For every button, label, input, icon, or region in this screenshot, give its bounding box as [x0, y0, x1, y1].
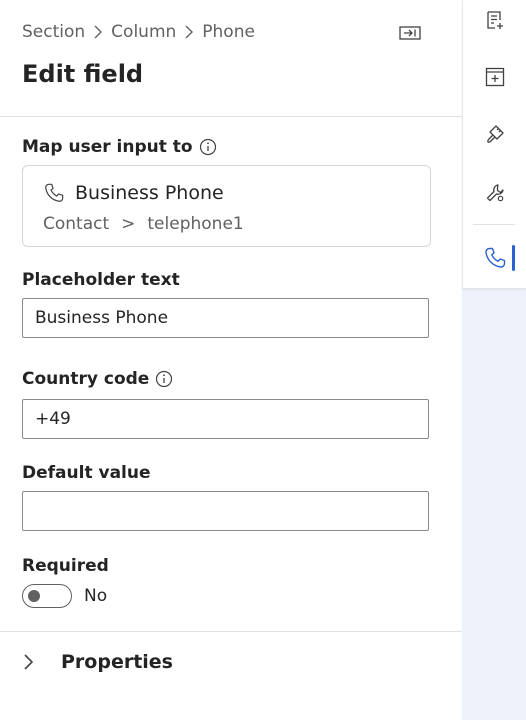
- mapped-field-name-text: Business Phone: [75, 182, 224, 204]
- breadcrumb-item-section[interactable]: Section: [22, 22, 85, 42]
- default-value-label: Default value: [22, 463, 151, 483]
- mapped-field-name: Business Phone: [43, 182, 224, 204]
- map-user-input-label-text: Map user input to: [22, 137, 193, 157]
- settings-button[interactable]: [463, 173, 526, 213]
- phone-icon: [43, 182, 65, 204]
- page-title: Edit field: [22, 60, 144, 88]
- country-code-label-text: Country code: [22, 369, 150, 389]
- mapped-entity: Contact: [43, 214, 110, 234]
- default-value-input[interactable]: [22, 491, 429, 531]
- collapse-panel-button[interactable]: [398, 24, 422, 42]
- style-brush-icon: [487, 125, 504, 143]
- properties-divider: [0, 631, 462, 632]
- toggle-knob: [28, 590, 40, 602]
- breadcrumb-item-column[interactable]: Column: [111, 22, 176, 42]
- properties-expander[interactable]: Properties: [22, 651, 173, 673]
- info-icon[interactable]: [155, 370, 173, 388]
- required-toggle[interactable]: [22, 584, 72, 608]
- country-code-label: Country code: [22, 369, 173, 389]
- mapped-attribute: telephone1: [147, 214, 244, 234]
- phone-icon: [485, 247, 506, 268]
- breadcrumb: Section Column Phone: [22, 22, 255, 42]
- breadcrumb-item-phone: Phone: [202, 22, 255, 42]
- right-tool-rail: [462, 0, 526, 289]
- chevron-right-icon: [93, 24, 103, 40]
- map-user-input-label: Map user input to: [22, 137, 217, 157]
- info-icon[interactable]: [199, 138, 217, 156]
- active-indicator: [512, 245, 515, 271]
- collapse-panel-icon: [399, 26, 421, 40]
- mapped-field-path: Contact > telephone1: [43, 214, 244, 234]
- required-state-text: No: [84, 586, 108, 606]
- phone-field-button[interactable]: [463, 238, 526, 278]
- edit-field-panel: Section Column Phone Edit field Map user…: [0, 0, 462, 720]
- placeholder-text-label: Placeholder text: [22, 270, 180, 290]
- add-section-button[interactable]: [463, 57, 526, 97]
- placeholder-text-input[interactable]: Business Phone: [22, 298, 429, 338]
- required-label: Required: [22, 556, 109, 576]
- style-button[interactable]: [463, 114, 526, 154]
- country-code-input[interactable]: +49: [22, 399, 429, 439]
- add-field-icon: [487, 11, 503, 29]
- rail-divider: [473, 224, 515, 225]
- header-divider: [0, 116, 462, 117]
- settings-wrench-icon: [486, 184, 504, 202]
- add-field-button[interactable]: [463, 0, 526, 40]
- chevron-right-icon: [22, 652, 42, 672]
- mapped-field-card[interactable]: Business Phone Contact > telephone1: [22, 165, 431, 247]
- path-separator: >: [121, 214, 136, 234]
- add-section-icon: [485, 67, 505, 87]
- properties-label: Properties: [61, 651, 173, 673]
- chevron-right-icon: [184, 24, 194, 40]
